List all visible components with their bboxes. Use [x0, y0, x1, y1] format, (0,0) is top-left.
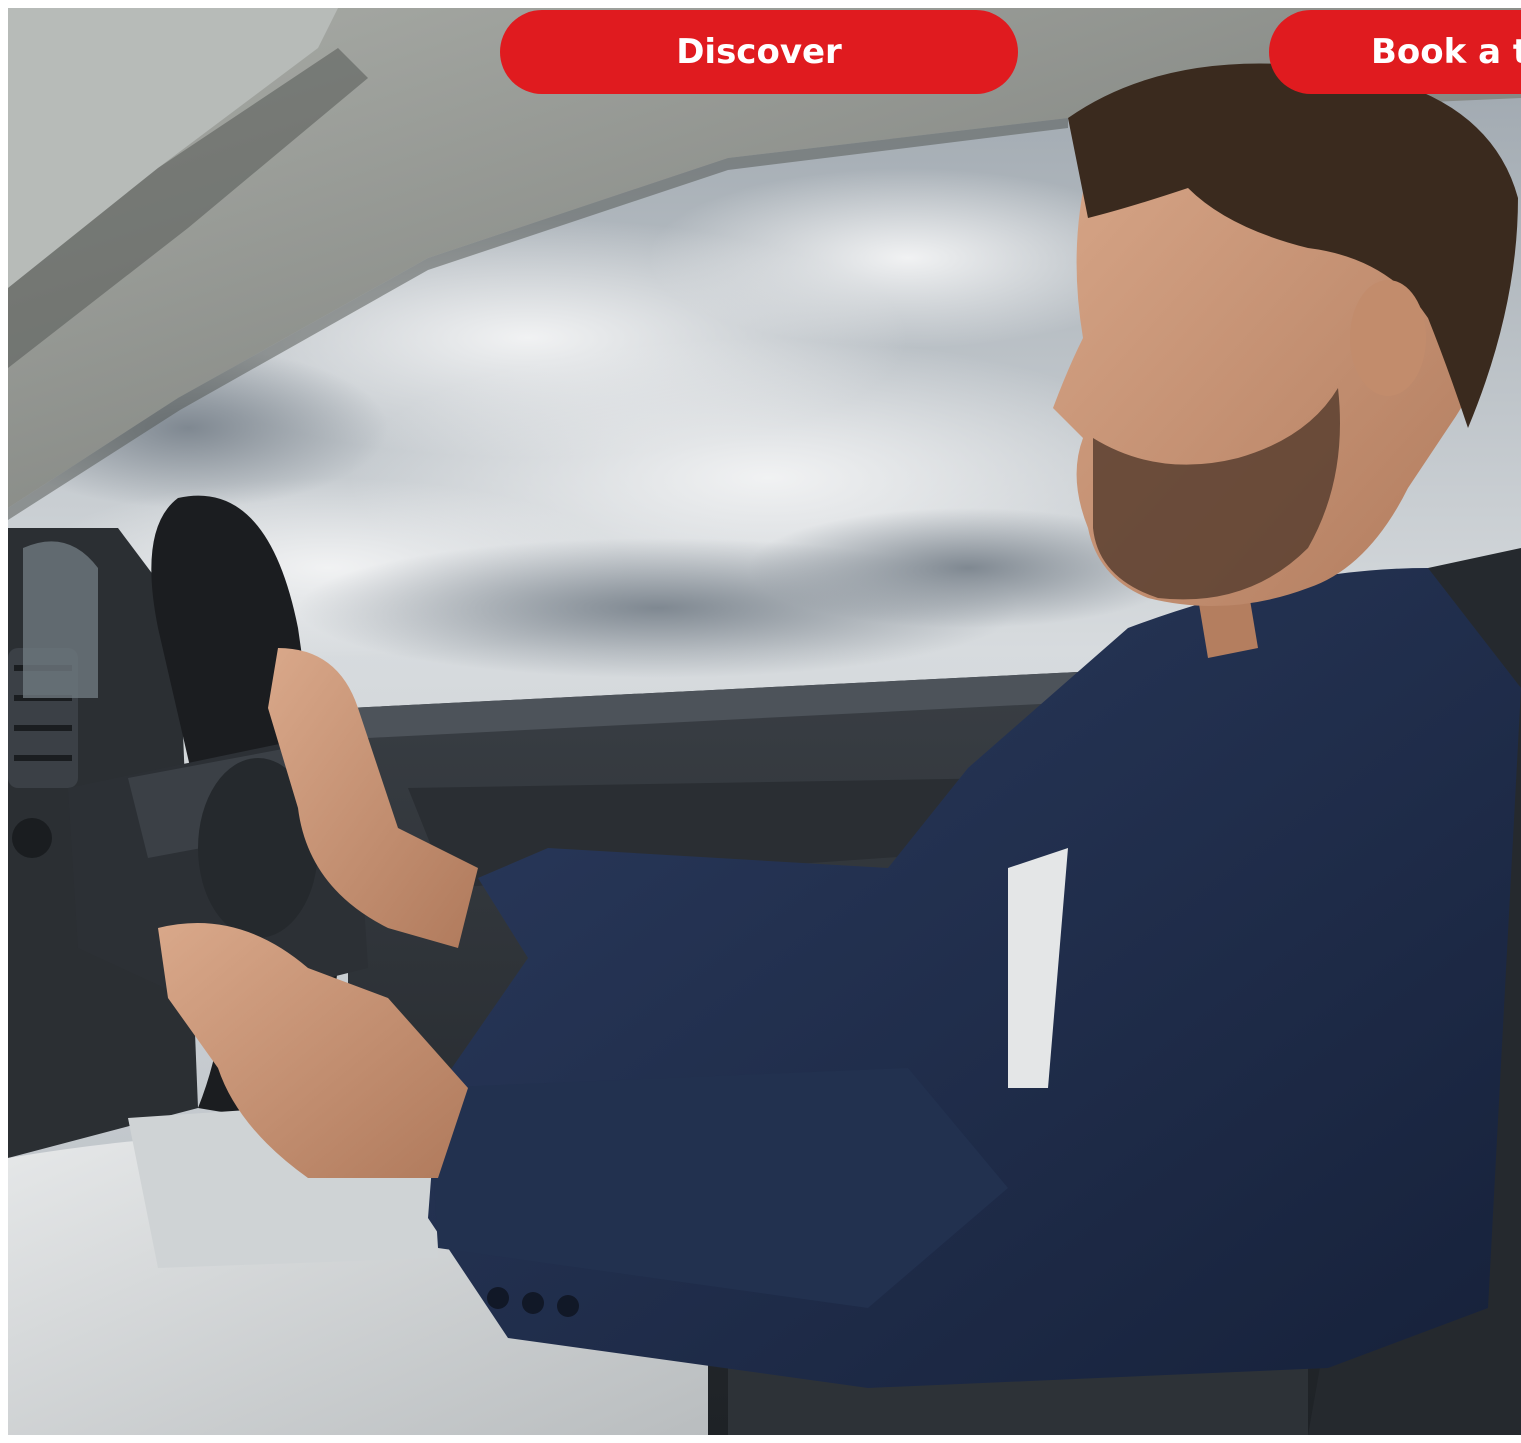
hero-banner: Discover Book a t: [8, 8, 1521, 1435]
book-test-drive-button[interactable]: Book a t: [1269, 10, 1521, 94]
hero-image: [8, 8, 1521, 1435]
discover-button[interactable]: Discover: [500, 10, 1018, 94]
side-mirror: [23, 541, 98, 698]
